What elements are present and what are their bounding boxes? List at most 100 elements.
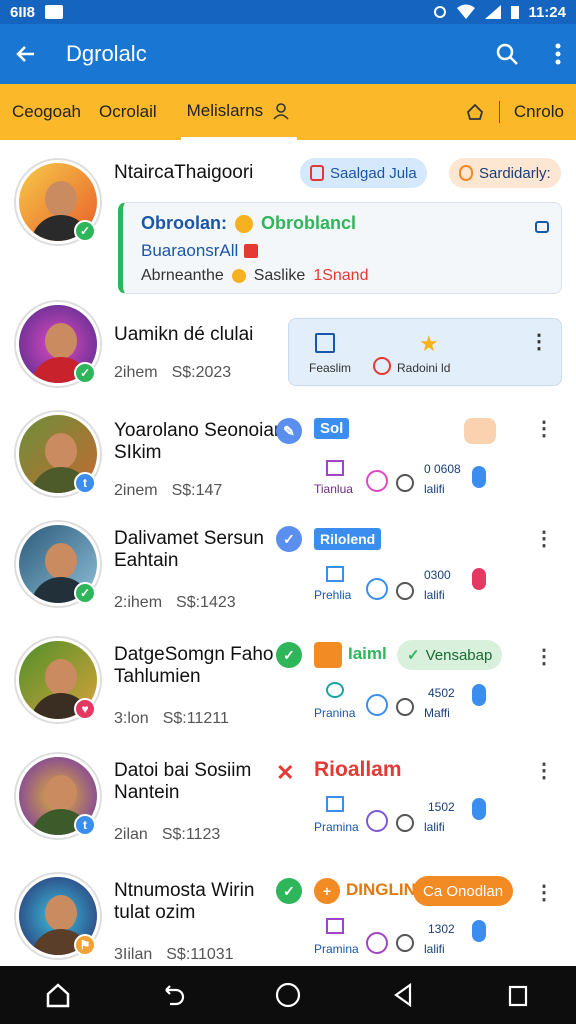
tag-label: Rioallam [314,758,402,781]
tab-2[interactable]: Ocrolail [99,84,157,140]
home-icon[interactable] [43,980,73,1010]
list-item[interactable]: ✓ NtaircaThaigoori Saalgad Jula Sardidar… [0,140,576,300]
check-icon[interactable]: ✓ [276,878,302,904]
label-c: Maffi [424,706,450,720]
list-item[interactable]: ✓ Dalivamet Sersun Eahtain 2:ihem S$:142… [0,518,576,634]
contact-name-line2: tulat ozim [114,902,196,923]
contact-name: NtaircaThaigoori [114,162,254,183]
edit-icon [326,682,344,698]
page-title: Dgrolalc [66,41,147,66]
tag-label: Iaiml [348,644,387,663]
verified-badge: ✓ [74,220,96,242]
more-vert-icon[interactable]: ⋮ [529,329,549,354]
card-line1-b: Obroblancl [261,213,357,233]
meta-a: 2inem [114,482,158,499]
timer-icon [396,474,414,492]
list-item[interactable]: t Datoi bai Sosiim Nantein 2ilan S$:1123… [0,752,576,870]
favorite-badge: ♥ [74,698,96,720]
more-vert-icon[interactable]: ⋮ [534,880,554,905]
contact-name: Dalivamet Sersun [114,528,264,549]
add-icon[interactable]: + [314,878,340,904]
tab-3-label: Melislarns [186,100,264,120]
contact-meta: 2ihem S$:2023 [114,364,231,382]
location-icon [472,920,486,942]
more-vert-icon[interactable]: ⋮ [534,416,554,441]
list-item[interactable]: ⚑ Ntnumosta Wirin tulat ozim 3Iilan S$:1… [0,870,576,966]
avatar-head [45,775,77,811]
check-icon: ✓ [407,647,420,664]
detail-card[interactable]: Obroolan: Obroblancl BuaraonsrAll Abrnea… [118,202,562,294]
alarm-icon [373,357,391,375]
card-corner-icon[interactable] [535,221,549,233]
action-pill-label: Ca Onodlan [423,882,504,900]
label-a: Pranina [314,706,356,720]
wifi-icon [457,4,476,19]
label-b: 1502 [428,800,455,814]
contact-name-line2: Eahtain [114,550,179,571]
label-b: 4502 [428,686,455,700]
contact-name: Ntnumosta Wirin [114,880,255,901]
label-a: Pramina [314,820,359,834]
meta-a: 3:lon [114,710,149,727]
contact-meta: 2ilan S$:1123 [114,826,220,844]
status-pill[interactable]: ✓ Vensabap [397,640,503,670]
alarm-icon [366,694,388,716]
more-vert-icon[interactable]: ⋮ [534,644,554,669]
shield-badge: ⚑ [74,934,96,956]
action-pill[interactable]: Ca Onodlan [413,876,514,906]
tab-1[interactable]: Ceogoah [12,84,81,140]
alarm-icon [366,470,388,492]
timer-icon [396,934,414,952]
contact-name-line2: Tahlumien [114,666,201,687]
back-curve-icon[interactable] [158,980,188,1010]
signal-icon [485,5,502,19]
list-item[interactable]: ♥ DatgeSomgn Faho Tahlumien 3:lon S$:112… [0,634,576,752]
alarm-icon [366,932,388,954]
label-c: lalifi [424,588,445,602]
recents-icon[interactable] [503,980,533,1010]
more-vert-icon[interactable]: ⋮ [534,526,554,551]
alarm-icon [366,810,388,832]
tab-right-label[interactable]: Cnrolo [514,102,564,122]
avatar-head [45,323,77,359]
pill-status-1[interactable]: Saalgad Jula [300,158,427,188]
list-icon [315,333,335,353]
meta-b: S$:1123 [161,826,221,843]
search-icon[interactable] [494,41,520,67]
check-icon[interactable]: ✓ [276,526,302,552]
circle-home-icon[interactable] [273,980,303,1010]
coin-icon [231,269,246,283]
action-card[interactable]: ★ Feaslim Radoini ld ⋮ [288,318,562,386]
list-item[interactable]: t Yoarolano Seonoian SIkim 2inem S$:147 … [0,406,576,518]
more-vert-icon[interactable]: ⋮ [534,758,554,783]
status-left-text: 6II8 [10,3,36,21]
list-icon [326,796,344,812]
tab-1-label: Ceogoah [12,102,82,121]
battery-icon [511,6,520,19]
tag-label: DINGLIN [346,880,416,899]
sun-icon [235,214,253,233]
settings-status-icon [434,6,447,18]
more-vert-icon[interactable] [554,42,562,66]
back-arrow-icon[interactable] [14,42,38,66]
label-a: Pramina [314,942,359,956]
list-item[interactable]: ✓ Uamikn dé clulai 2ihem S$:2023 ★ Feasl… [0,300,576,400]
pill-status-2[interactable]: Sardidarly: [449,158,561,188]
home-outline-icon[interactable] [465,102,485,122]
tab-3[interactable]: Melislarns [180,84,298,140]
label-b: 1302 [428,922,455,936]
avatar-head [45,895,77,931]
timer-icon [396,582,414,600]
contact-meta: 2inem S$:147 [114,482,222,500]
chat-bubble-icon[interactable] [464,418,496,444]
check-icon[interactable]: ✓ [276,642,302,668]
triangle-back-icon[interactable] [388,980,418,1010]
twitter-badge: t [74,472,96,494]
person-icon [273,102,289,120]
location-icon [472,684,486,706]
megaphone-icon[interactable]: ✕ [276,760,294,786]
card-line3-a: Abrneanthe [141,267,224,284]
card-label-a: Feaslim [309,361,352,375]
pen-icon[interactable]: ✎ [276,418,302,444]
avatar-head [45,543,77,579]
